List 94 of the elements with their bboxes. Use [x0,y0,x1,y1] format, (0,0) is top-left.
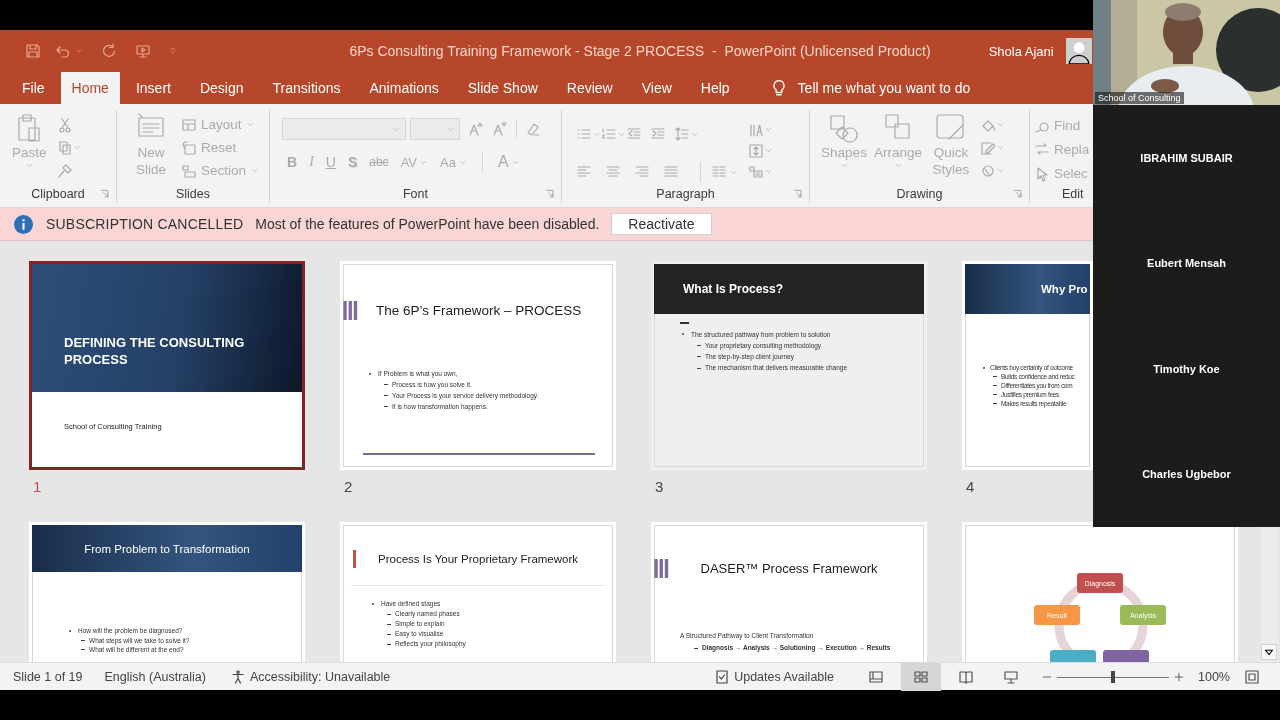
dash-icon [387,643,391,645]
dash-icon [384,384,388,385]
ribbon-tab[interactable]: Review [553,72,626,104]
slide-title: DASER™ Process Framework [699,561,879,576]
group-label: Clipboard [31,187,85,201]
cycle-node [1050,650,1096,662]
normal-view-icon [868,668,884,685]
reading-view-icon [958,668,974,685]
language-status[interactable]: English (Australia) [104,669,206,684]
participant-name: IBRAHIM SUBAIR [1140,151,1233,164]
dash-icon [387,613,391,615]
dash-icon [993,385,997,386]
group-label: Slides [175,187,210,201]
slide-number: 4 [966,478,975,495]
tell-me-field[interactable]: Tell me what you want to do [795,72,1060,104]
ribbon-tab[interactable]: Transitions [259,72,354,104]
ribbon-tab[interactable]: File [9,72,58,104]
update-icon [714,668,731,685]
scrollbar[interactable] [1261,527,1278,662]
dash-icon [697,367,701,369]
group-label: Paragraph [656,187,715,201]
reset-icon [181,139,197,156]
slide-title: Process Is Your Proprietary Framework [378,553,579,565]
participant-name: Eubert Mensah [1147,257,1226,270]
dash-icon [387,623,391,625]
dash-icon [697,356,701,358]
caret-icon [893,161,903,170]
reactivate-button[interactable]: Reactivate [611,213,712,235]
cycle-node [1103,650,1149,662]
user-name[interactable]: Shola Ajani [988,43,1054,59]
accent-bar [353,550,356,568]
ribbon-tab[interactable]: View [628,72,685,104]
group-label: Edit [1062,187,1084,201]
slide-number: 2 [344,478,353,495]
accessibility-icon [229,668,246,685]
dash-icon [694,647,698,649]
dash-icon [81,649,85,651]
slide-title: The 6P’s Framework – PROCESS [376,303,582,318]
dash-icon [387,633,391,635]
updates-button[interactable]: Updates Available [714,668,834,685]
slide-counter: Slide 1 of 19 [13,669,83,684]
slide-number: 3 [655,478,664,495]
caret-icon[interactable] [24,161,34,170]
participant-label: School of Consulting [1095,92,1184,104]
window-title: 6Ps Consulting Training Framework - Stage 2 PROCESS - PowerPoint (Unlicensed Product) [349,43,931,59]
dash-icon [384,406,388,407]
ribbon-tab[interactable]: Slide Show [454,72,551,104]
avatar-icon[interactable] [1065,38,1092,64]
scroll-down-icon[interactable] [1261,644,1277,660]
accessibility-button[interactable]: Accessibility: Unavailable [229,668,391,685]
save-icon[interactable] [25,43,41,59]
zoom-in-icon[interactable] [1173,670,1185,683]
ribbon-tab[interactable]: Animations [356,72,452,104]
slide-title: Why Pro [1040,283,1088,295]
slideshow-view-icon [1003,668,1019,685]
accent-stripes [343,301,358,320]
monitor-icon[interactable] [135,43,151,59]
slide-title: From Problem to Transformation [83,542,251,555]
sorter-view-icon [913,668,929,685]
ribbon-tab[interactable]: Home [60,72,120,104]
zoom-slider-thumb[interactable] [1111,670,1115,683]
cursor-icon [1034,165,1050,182]
info-icon [14,214,33,234]
section-icon [181,162,197,179]
group-label: Drawing [896,187,943,201]
dash-icon [384,395,388,396]
dash-icon [697,344,701,346]
message-title: SUBSCRIPTION CANCELLED [46,216,244,232]
message-text: Most of the features of PowerPoint have been disabled. [255,216,600,232]
slide-number: 1 [33,478,42,495]
zoom-level[interactable]: 100% [1198,669,1230,684]
dash-icon [993,376,997,377]
participant-name: Charles Ugbebor [1142,468,1231,481]
caret-icon[interactable] [75,47,83,55]
participant-name: Timothy Koe [1153,362,1220,375]
redo-icon[interactable] [101,43,117,59]
accent-stripes [654,559,669,578]
caret-icon [250,166,260,175]
shapes-icon [828,112,860,144]
dash-icon [993,403,997,404]
zoom-slider[interactable] [1057,669,1169,684]
ribbon-tab[interactable]: Help [687,72,743,104]
ribbon-tab[interactable]: Insert [122,72,184,104]
dash-icon [993,394,997,395]
caret-icon [245,120,255,129]
ribbon-tab[interactable]: Design [186,72,257,104]
slide-title: What Is Process? [682,282,784,296]
customize-icon[interactable] [169,47,177,55]
fit-to-window-icon[interactable] [1244,668,1260,685]
layout-icon [181,116,197,133]
dash-icon [81,639,85,641]
group-label: Font [403,187,428,201]
slide-title: DEFINING THE CONSULTING PROCESS [64,334,246,368]
caret-icon [839,161,849,170]
